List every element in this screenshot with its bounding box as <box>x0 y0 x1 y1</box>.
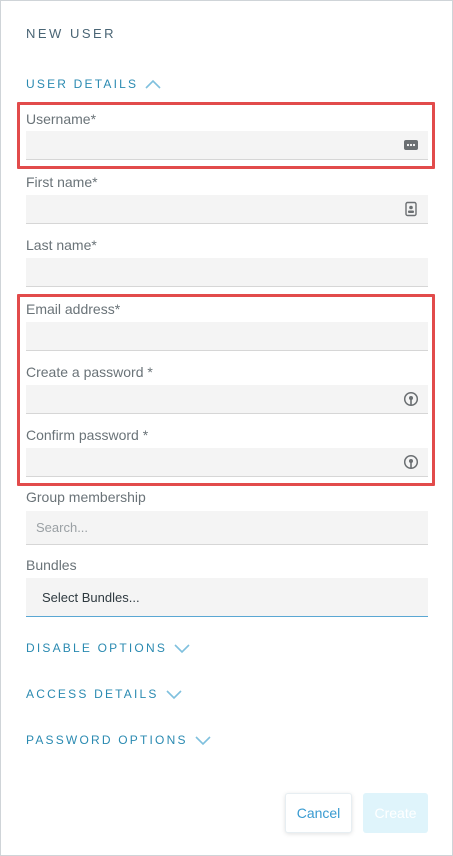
last-name-input[interactable] <box>26 258 428 287</box>
section-password-options-label: PASSWORD OPTIONS <box>26 733 188 747</box>
section-user-details-toggle[interactable]: USER DETAILS <box>26 75 162 93</box>
section-disable-options-toggle[interactable]: DISABLE OPTIONS <box>26 639 191 657</box>
first-name-input[interactable] <box>26 195 428 224</box>
page-title: NEW USER <box>26 26 117 41</box>
chevron-down-icon <box>166 690 182 700</box>
chevron-up-icon <box>145 79 161 89</box>
section-user-details-label: USER DETAILS <box>26 77 139 91</box>
group-membership-label: Group membership <box>26 489 146 505</box>
section-access-details-toggle[interactable]: ACCESS DETAILS <box>26 685 183 703</box>
last-name-label: Last name* <box>26 237 97 253</box>
email-input[interactable] <box>26 322 428 351</box>
username-input[interactable] <box>26 131 428 160</box>
cancel-button[interactable]: Cancel <box>285 793 352 833</box>
chevron-down-icon <box>174 644 190 654</box>
section-access-details-label: ACCESS DETAILS <box>26 687 159 701</box>
group-search-input[interactable] <box>26 511 428 545</box>
password-label: Create a password * <box>26 364 153 380</box>
section-disable-options-label: DISABLE OPTIONS <box>26 641 168 655</box>
confirm-password-input[interactable] <box>26 448 428 477</box>
bundles-select[interactable]: Select Bundles... <box>26 578 428 617</box>
password-visibility-icon[interactable] <box>403 391 419 407</box>
email-label: Email address* <box>26 301 121 317</box>
confirm-password-label: Confirm password * <box>26 427 149 443</box>
more-horiz-icon[interactable] <box>403 137 419 153</box>
password-input[interactable] <box>26 385 428 414</box>
create-button[interactable]: Create <box>363 793 428 833</box>
password-visibility-icon[interactable] <box>403 454 419 470</box>
new-user-panel: NEW USER USER DETAILS Username* First na… <box>0 0 453 856</box>
first-name-label: First name* <box>26 174 98 190</box>
contact-card-icon[interactable] <box>403 201 419 217</box>
chevron-down-icon <box>195 736 211 746</box>
bundles-label: Bundles <box>26 557 77 573</box>
username-label: Username* <box>26 111 97 127</box>
section-password-options-toggle[interactable]: PASSWORD OPTIONS <box>26 731 212 749</box>
